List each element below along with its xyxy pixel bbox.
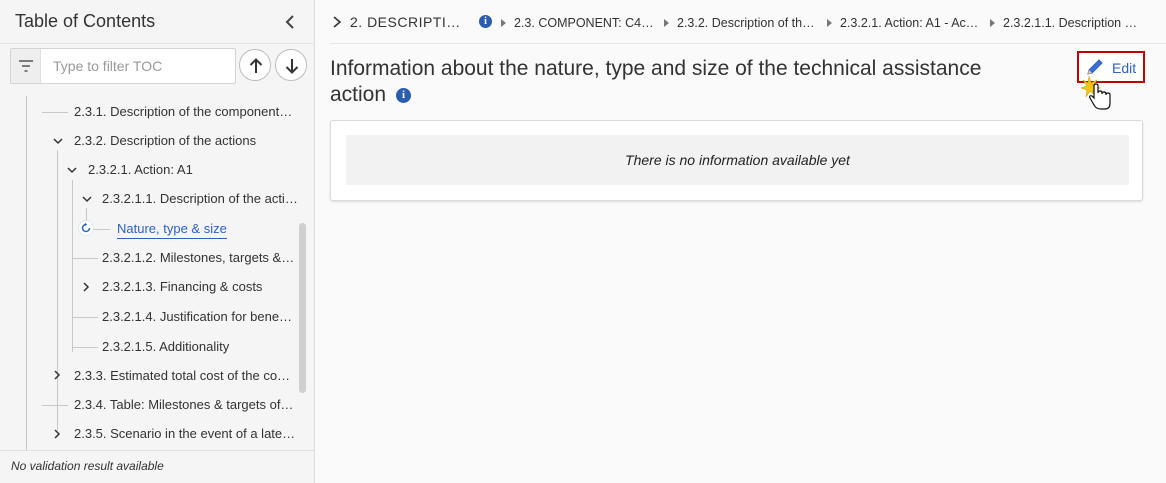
hand-cursor-icon [1081,75,1111,110]
chevron-left-icon [285,15,294,29]
tree-connector [72,180,73,352]
tree-connector [57,150,58,430]
breadcrumb-item[interactable]: 2. DESCRIPTION… [350,14,470,30]
chevron-down-icon[interactable] [67,165,77,175]
empty-state-message: There is no information available yet [346,135,1129,185]
breadcrumb-separator-icon [664,19,669,27]
toc-item-2-3-2[interactable]: 2.3.2. Description of the actions [74,131,256,151]
tree-connector [42,112,68,113]
toc-title: Table of Contents [15,11,156,31]
toc-item-2-3-4[interactable]: 2.3.4. Table: Milestones & targets of… [74,395,293,415]
breadcrumb-item[interactable]: 2.3.2.1.1. Description … [1003,15,1153,31]
toc-item-2-3-2-1-3[interactable]: 2.3.2.1.3. Financing & costs [102,277,262,297]
validation-status-bar: No validation result available [0,450,314,483]
breadcrumb-item[interactable]: 2.3.2. Description of th… [677,15,822,31]
toc-item-2-3-2-1-1[interactable]: 2.3.2.1.1. Description of the acti… [102,189,298,209]
toc-item-label: 2.3.2.1.2. Milestones, targets &… [102,250,295,265]
toc-item-label: 2.3.2.1.5. Additionality [102,339,230,354]
tree-connector [72,258,98,259]
toc-header: Table of Contents [0,0,314,44]
toc-item-label: 2.3.1. Description of the component… [74,104,293,119]
main-content: 2. DESCRIPTION… i 2.3. COMPONENT: C4… 2.… [315,0,1166,483]
breadcrumb-item[interactable]: 2.3.2.1. Action: A1 - Ac… [840,15,992,31]
breadcrumb-item[interactable]: 2.3. COMPONENT: C4… [514,15,660,31]
toc-tree: 2.3.1. Description of the component… 2.3… [0,96,314,450]
chevron-right-icon[interactable] [52,370,62,380]
arrow-down-icon [285,59,299,74]
toc-item-label: 2.3.2.1.1. Description of the acti… [102,191,298,206]
previous-result-button[interactable] [239,49,271,81]
info-icon[interactable]: i [396,88,411,103]
toc-item-label-active: Nature, type & size [117,220,227,239]
toc-item-label: 2.3.2.1.4. Justification for bene… [102,309,293,324]
toc-item-label: 2.3.2.1.3. Financing & costs [102,279,263,294]
filter-icon[interactable] [11,49,41,83]
breadcrumb-separator-icon [990,19,995,27]
toc-filter-input[interactable] [53,57,231,75]
tree-connector [42,405,68,406]
validation-status-text: No validation result available [11,459,164,473]
info-icon[interactable]: i [479,15,492,28]
collapse-sidebar-button[interactable] [280,11,302,33]
content-card: There is no information available yet [330,120,1143,201]
chevron-right-icon[interactable] [81,282,91,292]
toc-sidebar: Table of Contents 2.3.1. Description of … [0,0,315,483]
next-result-button[interactable] [275,49,307,81]
toc-item-2-3-3[interactable]: 2.3.3. Estimated total cost of the co… [74,366,290,386]
toc-item-label: 2.3.3. Estimated total cost of the co… [74,368,291,383]
toc-item-2-3-1[interactable]: 2.3.1. Description of the component… [74,102,292,122]
breadcrumb-separator-icon [827,19,832,27]
chevron-down-icon[interactable] [53,136,63,146]
toc-item-2-3-5[interactable]: 2.3.5. Scenario in the event of a late… [74,424,295,444]
chevron-right-icon[interactable] [52,429,62,439]
tree-connector [72,317,98,318]
tree-connector [26,96,27,450]
toc-item-2-3-2-1-4[interactable]: 2.3.2.1.4. Justification for bene… [102,307,292,327]
toc-item-nature-type-size[interactable]: Nature, type & size [117,219,227,239]
toc-item-2-3-2-1-2[interactable]: 2.3.2.1.2. Milestones, targets &… [102,248,294,268]
toc-item-label: 2.3.5. Scenario in the event of a late… [74,426,296,441]
edit-label: Edit [1112,60,1137,76]
chevron-right-icon[interactable] [330,15,344,29]
breadcrumb: 2. DESCRIPTION… i 2.3. COMPONENT: C4… 2.… [330,0,1166,44]
section-title: Information about the nature, type and s… [330,57,982,106]
toc-scrollbar-thumb[interactable] [299,223,306,393]
toc-item-2-3-2-1[interactable]: 2.3.2.1. Action: A1 [88,160,193,180]
toc-item-label: 2.3.2.1. Action: A1 [88,162,193,177]
tree-connector [72,347,98,348]
toc-item-2-3-2-1-5[interactable]: 2.3.2.1.5. Additionality [102,337,229,357]
breadcrumb-separator-icon [501,19,506,27]
arrow-up-icon [249,58,263,73]
toc-filter [10,48,236,84]
toc-item-label: 2.3.2. Description of the actions [74,133,257,148]
toc-item-label: 2.3.4. Table: Milestones & targets of… [74,397,294,412]
chevron-down-icon[interactable] [82,194,92,204]
refresh-icon[interactable] [78,220,94,236]
